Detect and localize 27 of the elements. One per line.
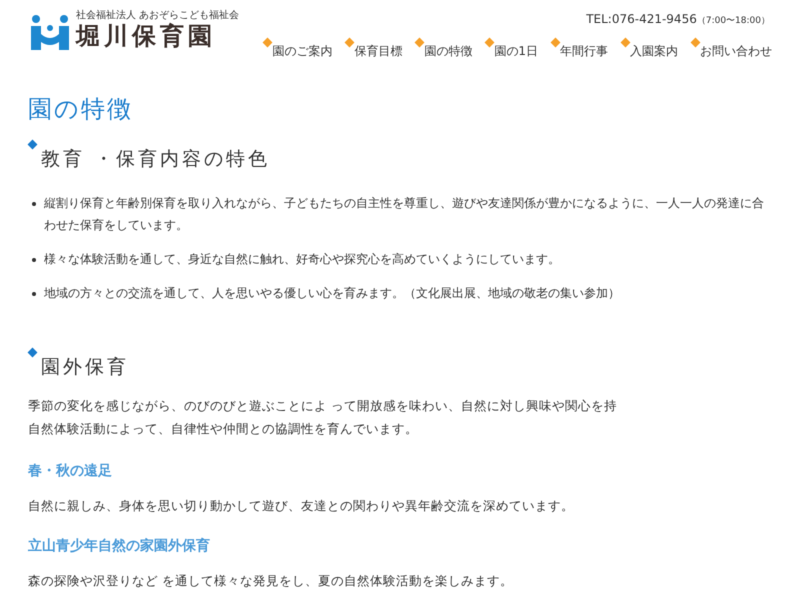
paragraph: 森の探険や沢登りなど を通して様々な発見をし、夏の自然体験活動を楽しみます。 xyxy=(28,573,514,590)
nav-link[interactable]: お問い合わせ xyxy=(700,43,772,59)
nav-link[interactable]: 園の特徴 xyxy=(424,43,472,59)
section-heading: 教育 ・保育内容の特色 xyxy=(41,147,270,172)
list-item-text: 様々な体験活動を通して、身近な自然に触れ、好奇心や探究心を高めていくようにしています。 xyxy=(44,251,561,268)
school-name: 堀川保育園 xyxy=(76,22,217,50)
bullet-icon xyxy=(32,202,36,206)
nav-link[interactable]: 年間行事 xyxy=(560,43,608,59)
nav-link[interactable]: 園の1日 xyxy=(494,43,538,59)
bullet-icon xyxy=(32,292,36,296)
phone-number: TEL:076-421-9456 xyxy=(586,12,697,26)
nav-link[interactable]: 園のご案内 xyxy=(272,43,332,59)
paragraph-line: 季節の変化を感じながら、のびのびと遊ぶことによ って開放感を味わい、自然に対し興味や関心を持 xyxy=(28,397,618,415)
nav-link[interactable]: 入園案内 xyxy=(630,43,678,59)
organization-name: 社会福祉法人 あおぞらこども福祉会 xyxy=(76,9,240,22)
bullet-icon xyxy=(32,258,36,262)
nav-link[interactable]: 保育目標 xyxy=(354,43,402,59)
logo-icon xyxy=(30,14,70,50)
paragraph-line: 自然体験活動によって、自律性や仲間との協調性を育んでいます。 xyxy=(28,420,419,438)
subsection-title: 春・秋の遠足 xyxy=(28,462,113,480)
section-heading: 園外保育 xyxy=(41,355,129,380)
paragraph: 自然に親しみ、身体を思い切り動かして遊び、友達との関わりや異年齢交流を深めています。 xyxy=(28,498,575,515)
list-item-text: 地域の方々との交流を通して、人を思いやる優しい心を育みます。（文化展出展、地域の敬老の集い参加） xyxy=(44,285,621,302)
list-item-text: 縦割り保育と年齢別保育を取り入れながら、子どもたちの自主性を尊重し、遊びや友達関係が豊かになるように、一人一人の発達に合わせた保育をしています。 xyxy=(44,195,765,234)
subsection-title: 立山青少年自然の家園外保育 xyxy=(28,537,211,555)
opening-hours: （7:00〜18:00） xyxy=(696,15,770,27)
page-title: 園の特徴 xyxy=(28,94,134,124)
